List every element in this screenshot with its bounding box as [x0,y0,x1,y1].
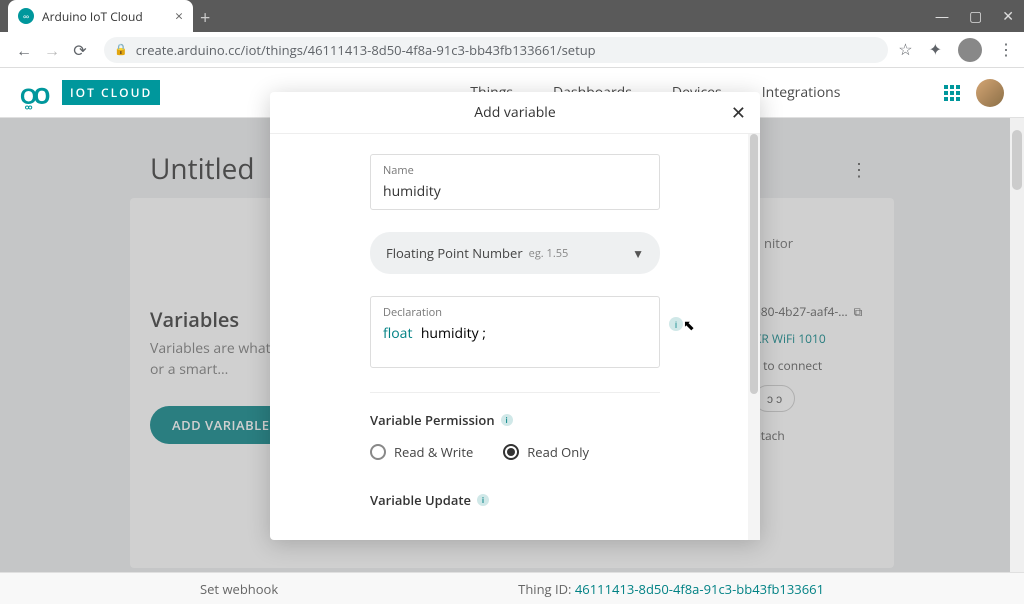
update-label: Variable Update i [370,491,660,509]
logo-text: IOT CLOUD [62,80,160,105]
mouse-cursor: ⬉ [683,316,695,335]
thing-id-value[interactable]: 46111413-8d50-4f8a-91c3-bb43fb133661 [575,580,824,598]
radio-unchecked-icon [370,444,386,460]
modal-scrollbar[interactable] [748,134,760,540]
thing-id: Thing ID: 46111413-8d50-4f8a-91c3-bb43fb… [518,580,824,598]
user-avatar[interactable] [976,79,1004,107]
tab-close-button[interactable]: × [175,7,183,26]
name-label: Name [383,163,647,178]
chevron-down-icon: ▼ [632,245,644,262]
close-window-button[interactable]: ✕ [1002,7,1014,26]
back-button[interactable]: ← [10,39,38,61]
declaration-field: Declaration float humidity ; i [370,296,660,368]
name-field[interactable]: Name humidity [370,154,660,210]
browser-tab[interactable]: ∞ Arduino IoT Cloud × [8,0,193,32]
url-text: create.arduino.cc/iot/things/46111413-8d… [136,41,596,59]
modal-body: Name humidity Floating Point Number eg. … [270,134,760,540]
arduino-logo-icon: O͚O [20,81,56,105]
minimize-button[interactable]: — [935,7,949,26]
divider [370,392,660,393]
bookmark-icon[interactable]: ☆ [898,38,912,62]
type-select[interactable]: Floating Point Number eg. 1.55 ▼ [370,232,660,274]
type-value: Floating Point Number [386,244,523,262]
chrome-menu-icon[interactable]: ⋮ [998,38,1014,62]
info-icon[interactable]: i [669,317,683,331]
forward-button[interactable]: → [38,39,66,61]
radio-checked-icon [503,444,519,460]
reload-button[interactable]: ⟳ [66,39,94,61]
lock-icon: 🔒 [114,42,128,57]
address-bar: ← → ⟳ 🔒 create.arduino.cc/iot/things/461… [0,32,1024,68]
footer-bar: Set webhook Thing ID: 46111413-8d50-4f8a… [0,572,1024,604]
declaration-code: float humidity ; [383,324,647,343]
new-tab-button[interactable]: + [200,6,210,30]
name-input-value[interactable]: humidity [383,182,647,201]
apps-grid-icon[interactable] [944,85,960,101]
profile-button[interactable] [958,38,982,62]
set-webhook-link[interactable]: Set webhook [200,580,278,598]
page-scrollbar[interactable] [1010,118,1024,572]
modal-scrollbar-thumb[interactable] [750,134,758,394]
extensions-icon[interactable]: ✦ [929,38,942,62]
modal-header: Add variable ✕ [270,92,760,134]
tab-favicon: ∞ [18,8,34,24]
url-input[interactable]: 🔒 create.arduino.cc/iot/things/46111413-… [104,37,888,63]
logo[interactable]: O͚O IOT CLOUD [20,80,160,105]
info-icon[interactable]: i [477,494,489,506]
modal-title: Add variable [474,103,555,122]
maximize-button[interactable]: ▢ [969,7,982,26]
declaration-label: Declaration [383,305,647,320]
page-scrollbar-thumb[interactable] [1012,130,1022,190]
radio-read-write[interactable]: Read & Write [370,443,473,461]
permission-radios: Read & Write Read Only [370,443,660,461]
nav-integrations[interactable]: Integrations [762,83,841,102]
modal-close-button[interactable]: ✕ [731,101,746,125]
info-icon[interactable]: i [501,414,513,426]
tab-title: Arduino IoT Cloud [42,8,167,25]
type-hint: eg. 1.55 [529,246,569,261]
permission-label: Variable Permission i [370,411,660,429]
radio-read-only[interactable]: Read Only [503,443,589,461]
